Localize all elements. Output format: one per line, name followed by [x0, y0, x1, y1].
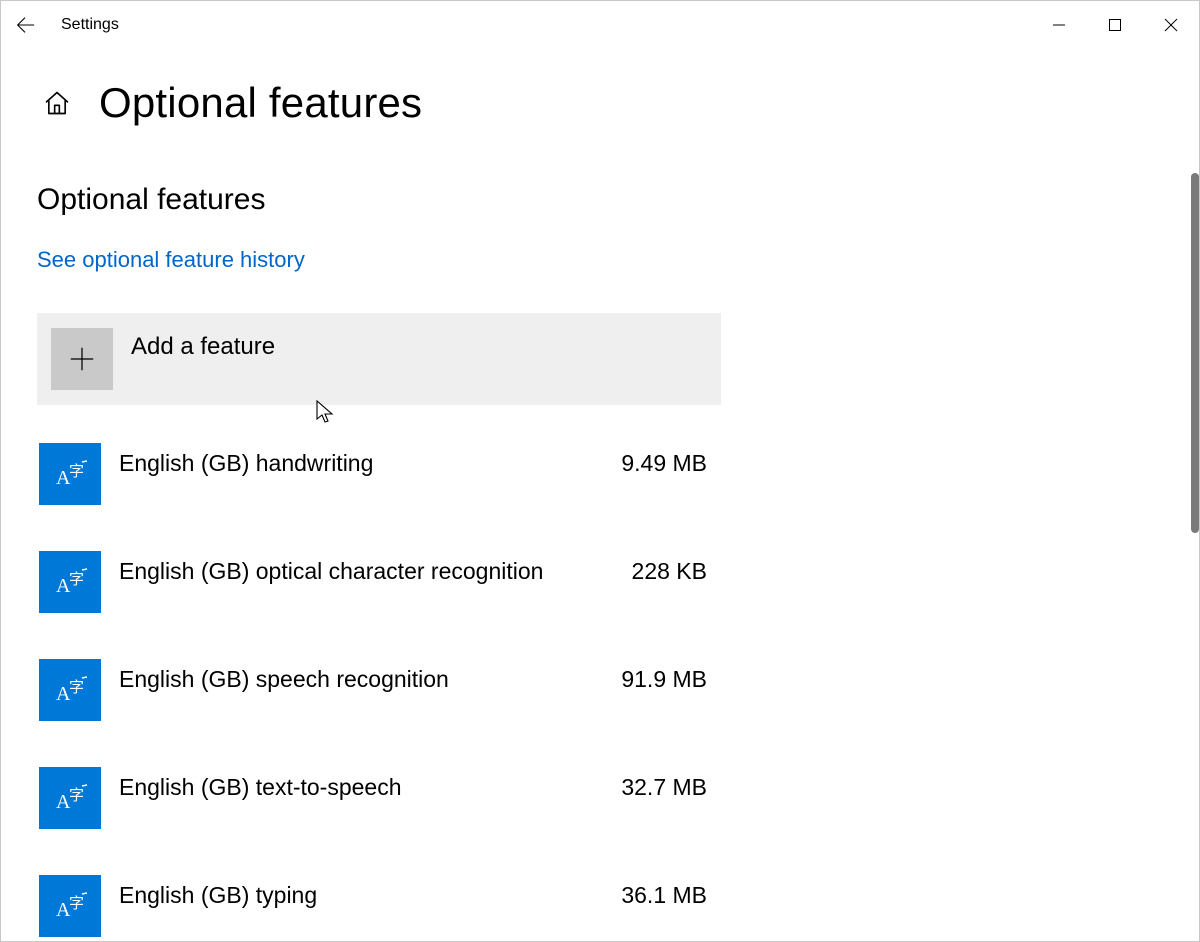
svg-text:字: 字 [69, 679, 84, 696]
minimize-button[interactable] [1031, 1, 1087, 49]
feature-name: English (GB) handwriting [119, 450, 621, 477]
maximize-button[interactable] [1087, 1, 1143, 49]
feature-name: English (GB) speech recognition [119, 666, 621, 693]
feature-item[interactable]: A字 English (GB) text-to-speech32.7 MB [37, 751, 721, 859]
feature-size: 9.49 MB [621, 450, 707, 477]
add-feature-label: Add a feature [131, 333, 275, 361]
page-header: Optional features [37, 79, 1159, 127]
close-button[interactable] [1143, 1, 1199, 49]
home-button[interactable] [37, 83, 77, 123]
page: Optional features Optional features See … [1, 49, 1199, 941]
maximize-icon [1108, 18, 1122, 32]
feature-size: 228 KB [632, 558, 707, 585]
language-icon: A字 [39, 659, 101, 721]
caption-buttons [1031, 1, 1199, 49]
language-icon: A字 [39, 767, 101, 829]
feature-size: 36.1 MB [621, 882, 707, 909]
section-title: Optional features [37, 183, 1159, 217]
feature-size: 91.9 MB [621, 666, 707, 693]
plus-icon [67, 344, 97, 374]
feature-list: A字 English (GB) handwriting9.49 MB A字 Engli… [37, 427, 721, 941]
language-icon: A字 [39, 443, 101, 505]
feature-name: English (GB) typing [119, 882, 621, 909]
feature-history-link[interactable]: See optional feature history [37, 247, 305, 273]
titlebar-left: Settings [1, 1, 119, 49]
feature-item[interactable]: A字 English (GB) optical character recogni… [37, 535, 721, 643]
feature-name: English (GB) optical character recogniti… [119, 558, 632, 585]
add-feature-button[interactable]: Add a feature [37, 313, 721, 405]
page-title: Optional features [99, 79, 422, 127]
back-button[interactable] [1, 1, 49, 49]
close-icon [1164, 18, 1178, 32]
settings-window: Settings Optional featur [0, 0, 1200, 942]
optional-features-section: Optional features See optional feature h… [37, 183, 1159, 941]
content-area: Optional features Optional features See … [1, 49, 1199, 941]
arrow-left-icon [14, 14, 36, 36]
titlebar: Settings [1, 1, 1199, 49]
minimize-icon [1052, 18, 1066, 32]
feature-item[interactable]: A字 English (GB) handwriting9.49 MB [37, 427, 721, 535]
feature-name: English (GB) text-to-speech [119, 774, 621, 801]
plus-tile [51, 328, 113, 390]
svg-text:字: 字 [69, 463, 84, 480]
feature-size: 32.7 MB [621, 774, 707, 801]
window-title: Settings [49, 1, 119, 49]
svg-text:字: 字 [69, 895, 84, 912]
scrollbar-thumb[interactable] [1191, 173, 1199, 533]
svg-text:字: 字 [69, 571, 84, 588]
language-icon: A字 [39, 551, 101, 613]
language-icon: A字 [39, 875, 101, 937]
feature-item[interactable]: A字 English (GB) speech recognition91.9 MB [37, 643, 721, 751]
home-icon [43, 89, 71, 117]
svg-text:字: 字 [69, 787, 84, 804]
feature-item[interactable]: A字 English (GB) typing36.1 MB [37, 859, 721, 941]
